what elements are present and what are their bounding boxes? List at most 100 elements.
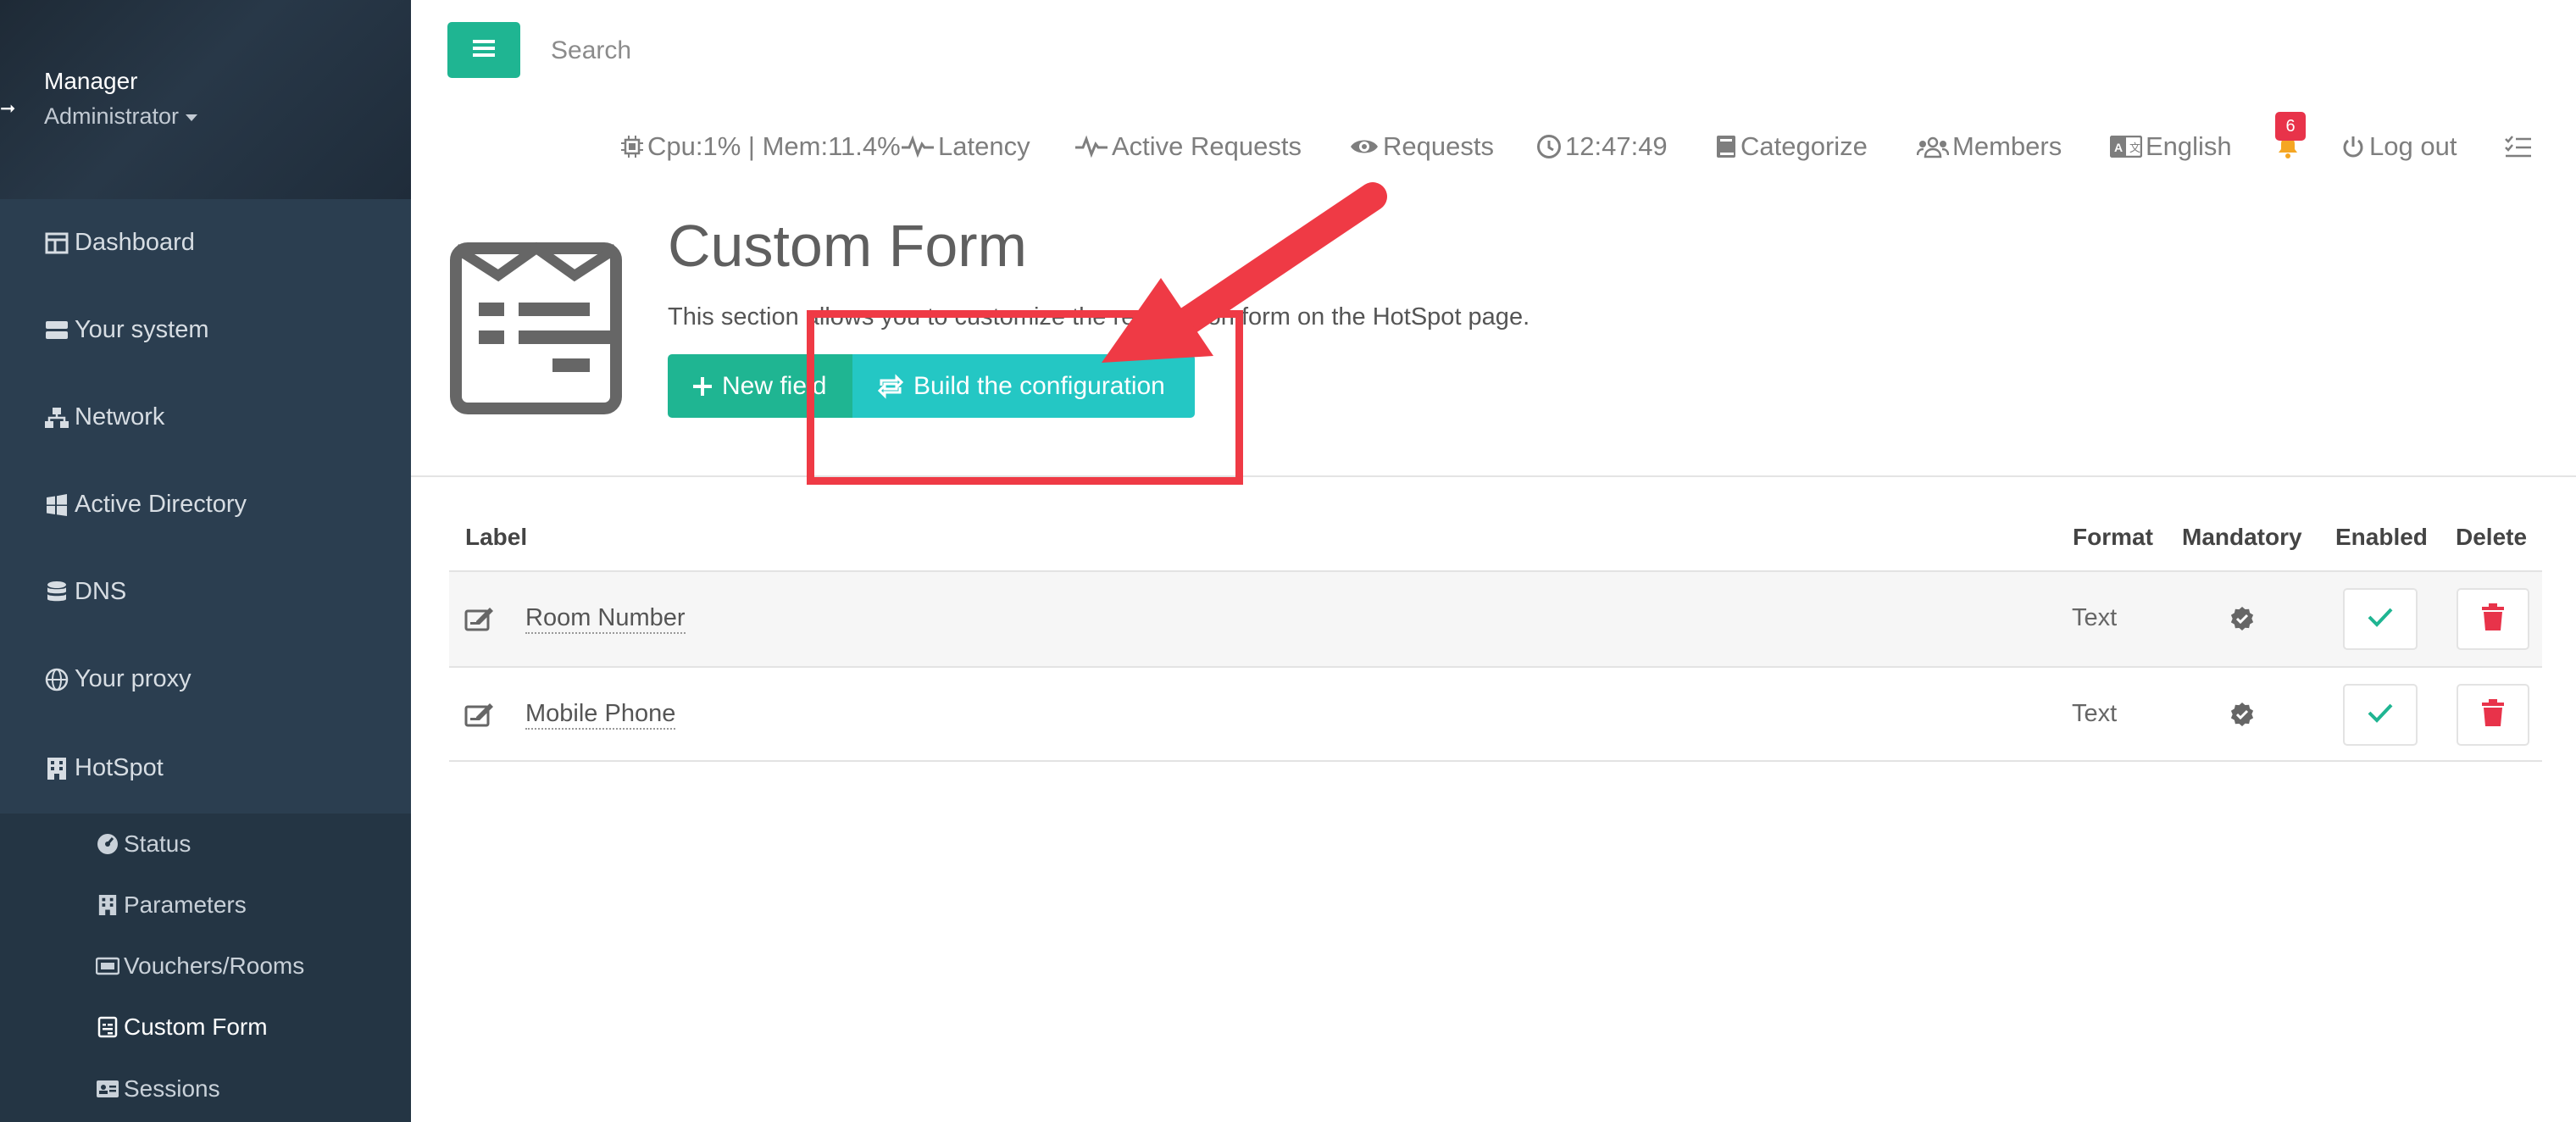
sidebar-item-label: Network	[75, 403, 165, 430]
windows-icon	[44, 492, 69, 518]
building-icon	[44, 756, 69, 781]
mandatory-check-icon	[2229, 702, 2255, 731]
sidebar-subitem-label: Parameters	[124, 891, 247, 918]
nav-logout-label: Log out	[2369, 131, 2457, 161]
search-input[interactable]	[551, 29, 974, 73]
nav-latency[interactable]: Latency	[901, 125, 1030, 168]
nav-categorize[interactable]: Categorize	[1715, 125, 1868, 168]
row-label-link[interactable]: Mobile Phone	[525, 700, 676, 730]
header-divider	[411, 475, 2576, 477]
page-title: Custom Form	[668, 213, 1027, 279]
pulse-icon	[901, 135, 935, 158]
globe-icon	[44, 667, 69, 692]
power-icon	[2340, 134, 2366, 159]
collapse-arrow-icon[interactable]: ➞	[0, 97, 15, 119]
mandatory-check-icon	[2229, 606, 2255, 636]
profile-name: Manager	[44, 68, 138, 94]
nav-language[interactable]: A文 English	[2110, 125, 2232, 168]
hamburger-icon	[472, 38, 496, 63]
sidebar-item-active-directory[interactable]: Active Directory	[0, 461, 411, 548]
sidebar-subitem-label: Status	[124, 830, 192, 857]
building-icon	[95, 892, 120, 918]
tasks-button[interactable]	[2504, 125, 2536, 168]
nav-categorize-label: Categorize	[1740, 131, 1868, 161]
ticket-icon	[95, 953, 120, 979]
row-format: Text	[2072, 604, 2118, 631]
trash-icon	[2481, 603, 2505, 635]
nav-members[interactable]: Members	[1917, 125, 2062, 168]
menu-toggle-button[interactable]	[447, 22, 520, 78]
profile-role-dropdown[interactable]: Administrator	[44, 103, 198, 130]
sidebar-subitem-status[interactable]: Status	[95, 819, 191, 869]
delete-button[interactable]	[2457, 684, 2529, 746]
cpu-mem-text: Cpu:1% | Mem:11.4%	[647, 131, 901, 161]
sidebar-item-label: Your system	[75, 316, 209, 343]
check-icon	[2367, 607, 2394, 631]
network-icon	[44, 405, 69, 430]
cpu-mem-indicator: Cpu:1% | Mem:11.4%	[620, 125, 901, 168]
header-mandatory: Mandatory	[2182, 524, 2302, 550]
server-icon	[44, 318, 69, 343]
svg-text:文: 文	[2129, 142, 2140, 154]
custom-form-icon	[449, 242, 623, 415]
users-icon	[1917, 135, 1949, 158]
header-enabled: Enabled	[2335, 524, 2428, 550]
clock-time: 12:47:49	[1565, 131, 1668, 161]
nav-requests-label: Requests	[1383, 131, 1494, 161]
nav-active-requests[interactable]: Active Requests	[1074, 125, 1302, 168]
sidebar-item-label: Active Directory	[75, 491, 247, 518]
sidebar-subitem-custom-form[interactable]: Custom Form	[95, 1002, 268, 1053]
chip-icon	[620, 135, 644, 158]
checklist-icon	[2504, 134, 2533, 159]
language-icon: A文	[2110, 136, 2142, 158]
header-label: Label	[465, 524, 528, 550]
sidebar-item-label: DNS	[75, 578, 127, 605]
user-profile: ➞ Manager Administrator	[0, 0, 411, 199]
database-icon	[44, 580, 69, 605]
clock-icon	[1536, 134, 1562, 159]
book-icon	[1715, 134, 1737, 159]
notifications-badge: 6	[2275, 112, 2306, 141]
header-delete: Delete	[2456, 524, 2528, 550]
sidebar-subitem-vouchers-rooms[interactable]: Vouchers/Rooms	[95, 941, 304, 991]
sidebar-subitem-label: Sessions	[124, 1075, 220, 1102]
sidebar-item-dashboard[interactable]: Dashboard	[0, 199, 411, 286]
pulse-icon	[1074, 135, 1108, 158]
delete-button[interactable]	[2457, 588, 2529, 650]
row-label-link[interactable]: Room Number	[525, 604, 686, 634]
header-format: Format	[2073, 524, 2153, 550]
sidebar-item-label: Your proxy	[75, 665, 192, 692]
caret-down-icon	[186, 114, 198, 121]
nav-requests[interactable]: Requests	[1349, 125, 1494, 168]
nav-latency-label: Latency	[938, 131, 1030, 161]
form-icon	[95, 1014, 120, 1040]
nav-language-label: English	[2146, 131, 2232, 161]
nav-clock: 12:47:49	[1536, 125, 1668, 168]
enabled-toggle-button[interactable]	[2343, 684, 2418, 746]
sidebar-item-network[interactable]: Network	[0, 374, 411, 461]
sidebar-item-your-system[interactable]: Your system	[0, 286, 411, 374]
svg-text:A: A	[2114, 141, 2123, 154]
nav-logout[interactable]: Log out	[2340, 125, 2457, 168]
gauge-icon	[95, 831, 120, 857]
edit-icon[interactable]	[464, 603, 498, 636]
sidebar-subitem-label: Custom Form	[124, 1014, 268, 1040]
sidebar-subitem-label: Vouchers/Rooms	[124, 953, 305, 979]
id-card-icon	[95, 1076, 120, 1102]
sidebar: ➞ Manager Administrator Dashboard Your s…	[0, 0, 411, 1122]
check-icon	[2367, 703, 2394, 727]
sidebar-subitem-sessions[interactable]: Sessions	[95, 1064, 220, 1114]
nav-active-requests-label: Active Requests	[1112, 131, 1302, 161]
sidebar-item-hotspot[interactable]: HotSpot	[0, 725, 411, 812]
profile-role-label: Administrator	[44, 103, 180, 129]
sidebar-item-label: Dashboard	[75, 229, 195, 256]
sidebar-item-your-proxy[interactable]: Your proxy	[0, 636, 411, 723]
sidebar-item-dns[interactable]: DNS	[0, 548, 411, 636]
sidebar-item-label: HotSpot	[75, 754, 164, 781]
trash-icon	[2481, 699, 2505, 730]
table-row: Mobile Phone Text	[449, 666, 2542, 762]
sidebar-subitem-parameters[interactable]: Parameters	[95, 880, 247, 930]
enabled-toggle-button[interactable]	[2343, 588, 2418, 650]
row-format: Text	[2072, 700, 2118, 727]
edit-icon[interactable]	[464, 698, 498, 732]
